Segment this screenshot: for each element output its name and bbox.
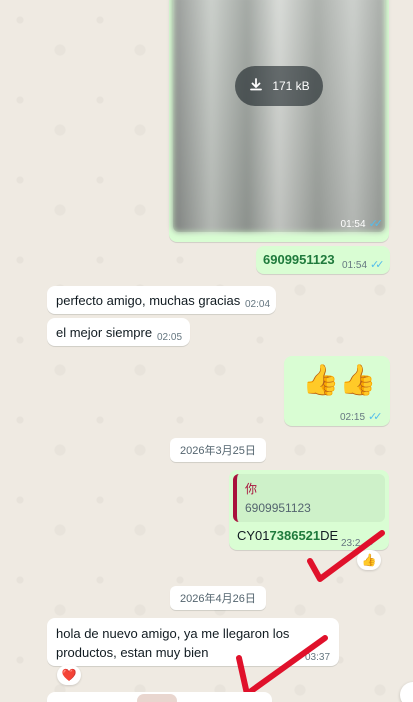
message-time: 03:37 [305,652,331,663]
image-overlay [173,0,385,232]
message-incoming-partial[interactable] [47,692,272,702]
message-incoming[interactable]: hola de nuevo amigo, ya me llegaron los … [47,618,339,666]
message-time: 23:2 ✓✓ [341,537,378,549]
download-icon [248,77,264,96]
read-ticks-icon: ✓✓ [363,537,378,549]
read-ticks-icon: ✓✓ [368,218,384,230]
media-message[interactable]: 171 kB 01:54 ✓✓ [169,0,389,242]
message-reply[interactable]: 你 6909951123 CY017386521DE 23:2 ✓✓ [229,470,389,550]
quoted-message[interactable]: 你 6909951123 [233,474,385,522]
download-button[interactable]: 171 kB [235,66,323,106]
read-ticks-icon: ✓✓ [368,411,383,423]
message-incoming[interactable]: perfecto amigo, muchas gracias 02:04 [47,286,276,314]
image-preview[interactable] [137,694,177,702]
message-text: hola de nuevo amigo, ya me llegaron los … [56,626,290,660]
date-separator: 2026年3月25日 [170,438,266,462]
message-time: 01:54 ✓✓ [342,259,385,271]
read-ticks-icon: ✓✓ [370,259,385,271]
message-text: el mejor siempre [56,325,153,340]
reaction-heart[interactable]: ❤️ [57,665,81,685]
message-time: 02:05 [157,332,183,343]
message-tracking-number[interactable]: 6909951123 01:54 ✓✓ [256,246,390,274]
tracking-link[interactable]: 7386521 [270,528,321,543]
scroll-to-bottom-button[interactable] [400,682,413,702]
date-separator: 2026年4月26日 [170,586,266,610]
tracking-number-link[interactable]: 6909951123 [263,252,335,267]
emoji-text: 👍👍 [302,364,377,397]
message-time: 02:15 ✓✓ [340,411,383,423]
message-incoming[interactable]: el mejor siempre 02:05 [47,318,190,346]
reaction-thumbs-up[interactable]: 👍 [357,550,381,570]
message-time: 01:54 ✓✓ [340,218,384,230]
message-emoji[interactable]: 👍👍 02:15 ✓✓ [284,356,390,426]
message-text: perfecto amigo, muchas gracias [56,293,241,308]
quote-text: 6909951123 [245,501,311,515]
message-time: 02:04 [245,299,271,310]
file-size-label: 171 kB [272,79,310,93]
message-text: CY017386521DE [237,528,339,543]
quote-author: 你 [245,482,258,496]
